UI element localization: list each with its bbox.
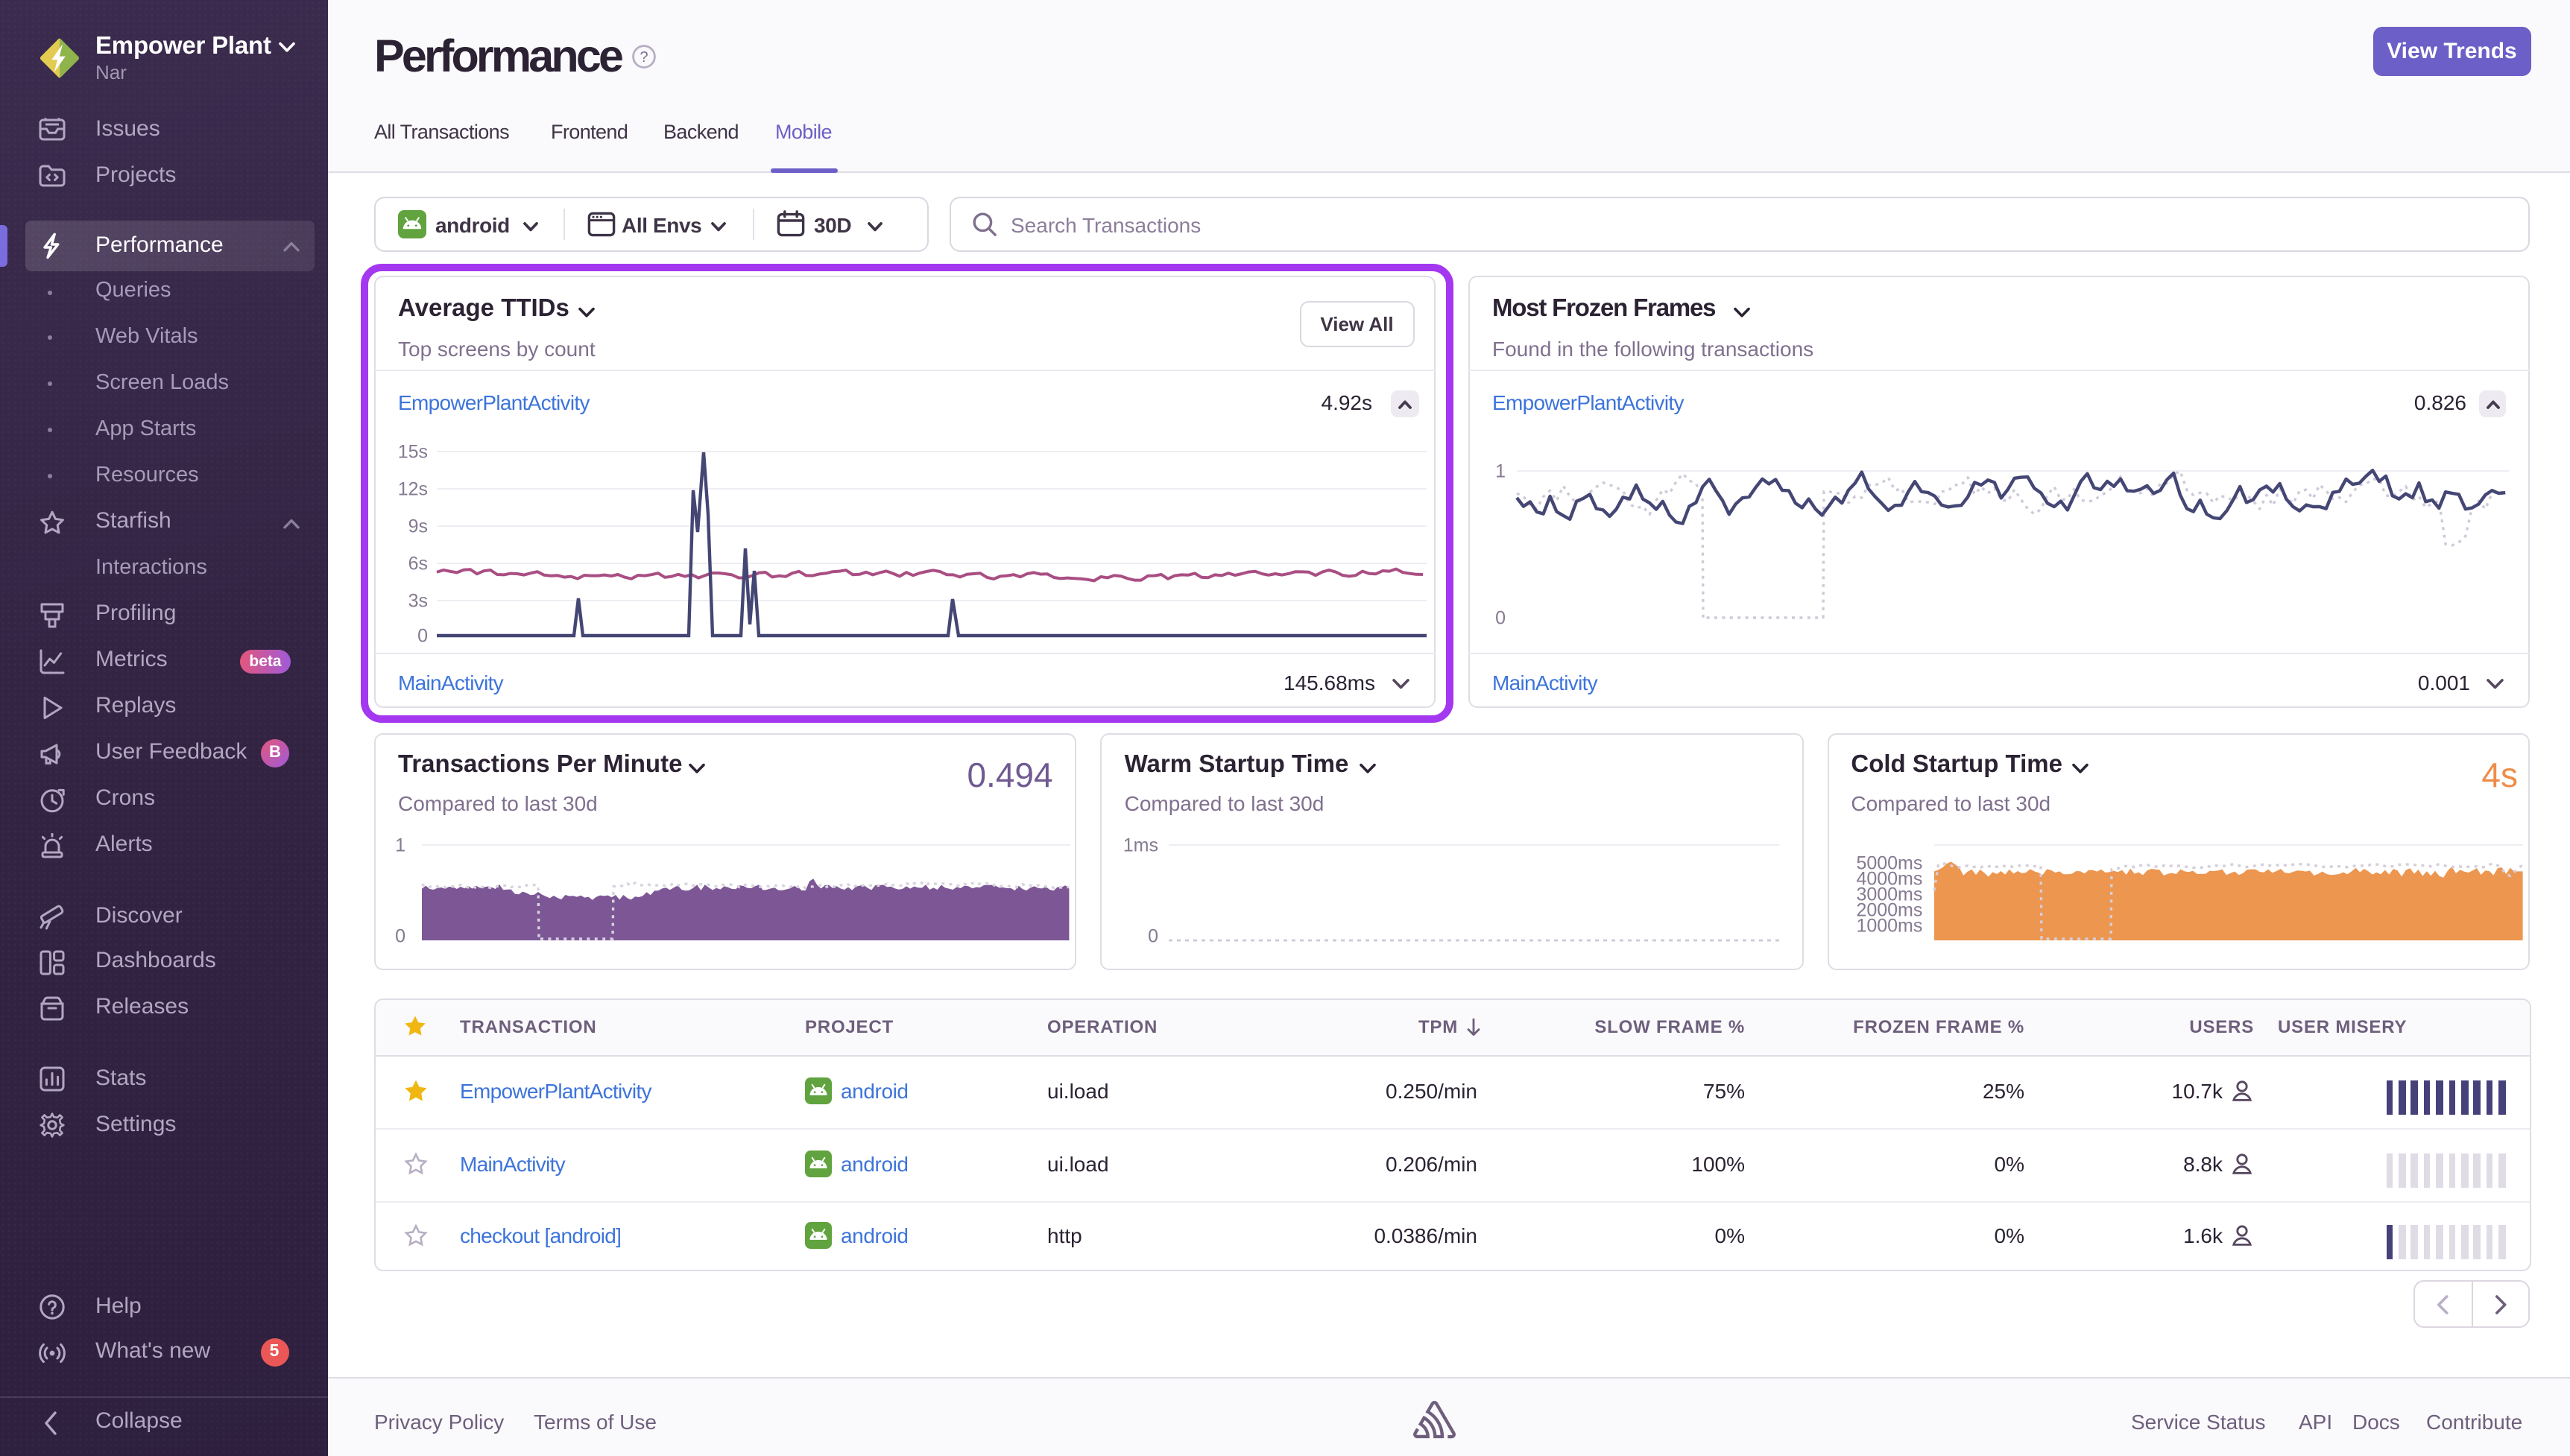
svg-text:?: ? — [640, 49, 648, 66]
